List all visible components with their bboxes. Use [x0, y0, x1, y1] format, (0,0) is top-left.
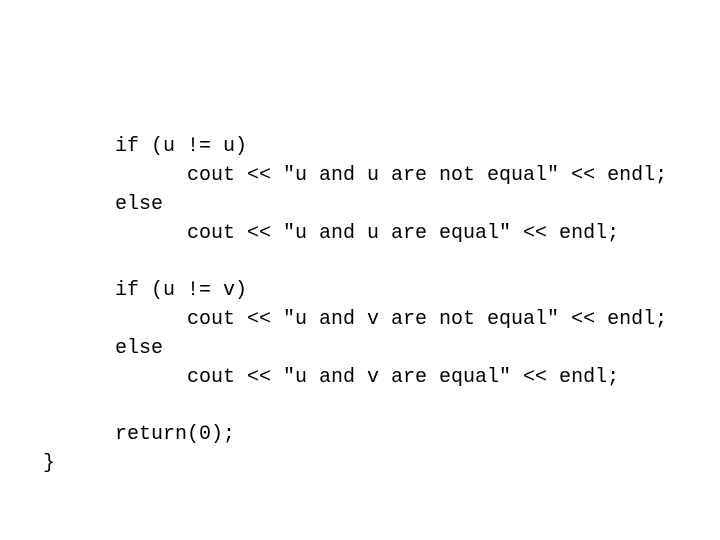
code-line-else-2: else	[115, 337, 164, 360]
code-line-cout-not-equal-v: cout << "u and v are not equal" << endl;	[187, 308, 668, 331]
code-line-cout-equal-u: cout << "u and u are equal" << endl;	[187, 222, 620, 245]
code-listing: if (u != u) cout << "u and u are not equ…	[0, 0, 720, 540]
code-line-return: return(0);	[115, 423, 236, 446]
code-line-cout-not-equal-u: cout << "u and u are not equal" << endl;	[187, 164, 668, 187]
code-line-closing-brace: }	[43, 452, 56, 475]
code-line-if-u-u: if (u != u)	[115, 135, 248, 158]
code-line-if-u-v: if (u != v)	[115, 279, 248, 302]
code-line-cout-equal-v: cout << "u and v are equal" << endl;	[187, 366, 620, 389]
code-line-else-1: else	[115, 193, 164, 216]
